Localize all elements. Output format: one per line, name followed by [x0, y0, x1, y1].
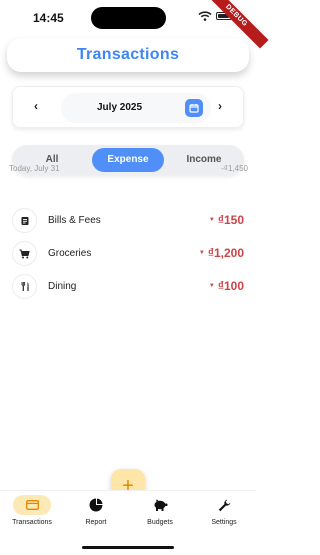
page-title: Transactions	[76, 46, 180, 63]
caret-down-icon: ▼	[208, 283, 215, 289]
month-pill[interactable]: July 2025	[61, 93, 211, 123]
nav-item-report[interactable]: Report	[68, 495, 124, 535]
dynamic-island	[91, 7, 166, 29]
transaction-row[interactable]: Bills & Fees ▼ ₫150	[12, 208, 244, 234]
nav-active-indicator	[13, 495, 51, 515]
status-time: 14:45	[33, 11, 64, 25]
caret-down-icon: ▼	[208, 217, 215, 223]
transaction-category: Groceries	[48, 248, 92, 259]
cutlery-icon	[12, 274, 37, 299]
nav-icon-wrap	[77, 495, 115, 515]
day-total: -₫1,450	[221, 164, 248, 173]
nav-icon-wrap	[205, 495, 243, 515]
transaction-amount-value: ₫150	[217, 213, 244, 227]
nav-label: Transactions	[12, 519, 52, 526]
cart-icon	[12, 241, 37, 266]
nav-item-budgets[interactable]: Budgets	[132, 495, 188, 535]
pie-chart-icon	[89, 498, 103, 512]
calendar-icon	[189, 104, 199, 113]
nav-label: Settings	[211, 519, 237, 526]
day-date: Today, July 31	[9, 164, 60, 173]
transaction-category: Bills & Fees	[48, 215, 101, 226]
transaction-row[interactable]: Dining ▼ ₫100	[12, 274, 244, 300]
nav-icon-wrap	[141, 495, 179, 515]
day-group-header: Today, July 31 -₫1,450	[9, 164, 248, 176]
month-label: July 2025	[97, 102, 143, 113]
chevron-left-icon[interactable]: ‹	[28, 99, 44, 113]
calendar-button[interactable]	[185, 99, 203, 117]
status-bar: 14:45 DEBUG	[0, 0, 269, 49]
caret-down-icon: ▼	[198, 250, 205, 256]
transaction-amount-value: ₫100	[217, 279, 244, 293]
card-icon	[25, 500, 39, 510]
month-selector: ‹ July 2025 ›	[12, 86, 244, 128]
nav-label: Budgets	[147, 519, 173, 526]
piggy-bank-icon	[154, 499, 167, 511]
receipt-icon	[12, 208, 37, 233]
wifi-icon	[198, 11, 212, 21]
chevron-right-icon[interactable]: ›	[212, 99, 228, 113]
nav-item-transactions[interactable]: Transactions	[4, 495, 60, 535]
nav-label: Report	[85, 519, 107, 526]
transaction-amount-value: ₫1,200	[207, 246, 244, 260]
home-indicator	[82, 546, 174, 549]
title-card: Transactions	[7, 38, 249, 72]
nav-item-settings[interactable]: Settings	[196, 495, 252, 535]
wrench-icon	[218, 499, 230, 511]
transaction-amount: ▼ ₫150	[209, 213, 244, 227]
transaction-amount: ▼ ₫100	[209, 279, 244, 293]
transaction-amount: ▼ ₫1,200	[199, 246, 244, 260]
transaction-category: Dining	[48, 281, 77, 292]
transaction-row[interactable]: Groceries ▼ ₫1,200	[12, 241, 244, 267]
